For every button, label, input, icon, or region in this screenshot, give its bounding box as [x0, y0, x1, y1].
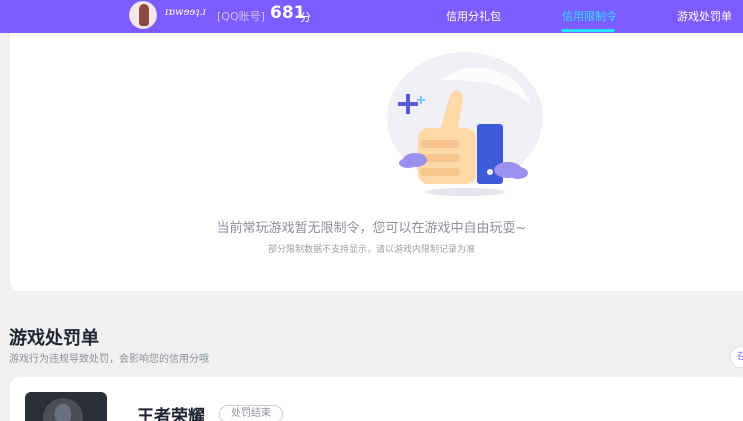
- section-action-button[interactable]: 召: [730, 346, 743, 368]
- avatar[interactable]: [129, 1, 157, 29]
- game-name: 王者荣耀: [137, 407, 205, 421]
- empty-state-message: 当前常玩游戏暂无限制令，您可以在游戏中自由玩耍~: [216, 221, 527, 236]
- status-badge: 处罚结束: [219, 405, 283, 421]
- section-title: 游戏处罚单: [9, 328, 99, 349]
- score-unit: 分: [300, 11, 311, 24]
- active-tab-indicator: [561, 29, 615, 32]
- empty-state-note: 部分限制数据不支持显示，请以游戏内限制记录为准: [267, 245, 475, 255]
- thumbs-up-icon: [387, 52, 543, 196]
- top-bar: ɪɒwɘɘʇ.ɪ [QQ账号] 681 分 信用分礼包 信用限制令 游戏处罚单: [0, 0, 743, 33]
- account-label: [QQ账号]: [217, 10, 265, 23]
- avatar-figure: [139, 4, 149, 26]
- penalty-list-item[interactable]: [10, 377, 743, 421]
- game-thumbnail: [25, 392, 107, 421]
- nav-game-penalty[interactable]: 游戏处罚单: [677, 8, 732, 24]
- nav-credit-gift[interactable]: 信用分礼包: [446, 8, 501, 24]
- nickname: ɪɒwɘɘʇ.ɪ: [165, 7, 206, 18]
- nav-credit-restriction[interactable]: 信用限制令: [562, 8, 617, 24]
- thumb-shape: [55, 404, 71, 421]
- section-subtitle: 游戏行为违规导致处罚，会影响您的信用分哦: [9, 354, 209, 365]
